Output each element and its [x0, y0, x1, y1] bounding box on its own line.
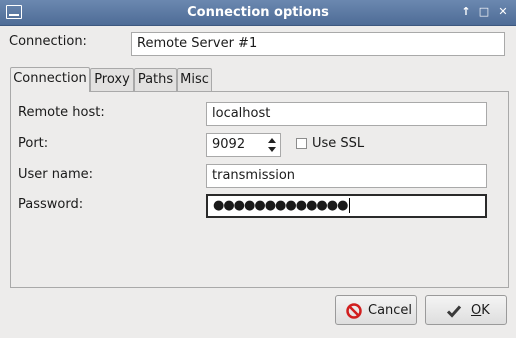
use-ssl-checkbox[interactable] — [296, 138, 307, 149]
ok-button[interactable]: OK — [425, 295, 507, 325]
cancel-button[interactable]: Cancel — [335, 295, 417, 325]
window-title: Connection options — [187, 5, 329, 20]
cancel-icon — [346, 303, 362, 319]
use-ssl-label[interactable]: Use SSL — [312, 136, 364, 151]
port-value: 9092 — [212, 137, 246, 152]
title-bar[interactable]: Connection options ↑ □ ✕ — [0, 0, 516, 26]
spin-up-icon[interactable] — [268, 138, 276, 143]
tab-connection[interactable]: Connection — [10, 67, 90, 92]
port-spinbox[interactable]: 9092 — [206, 133, 281, 157]
text-cursor — [349, 198, 351, 213]
tab-paths[interactable]: Paths — [134, 68, 177, 92]
port-label: Port: — [18, 136, 49, 151]
tab-proxy[interactable]: Proxy — [90, 68, 134, 92]
checkmark-icon — [446, 305, 462, 318]
ok-label: OK — [471, 303, 490, 318]
connection-label: Connection: — [9, 34, 87, 49]
close-button[interactable]: ✕ — [496, 5, 510, 19]
ok-label-rest: K — [481, 303, 490, 318]
spin-down-icon[interactable] — [268, 147, 276, 152]
remote-host-input[interactable]: localhost — [206, 102, 487, 126]
remote-host-label: Remote host: — [18, 105, 105, 120]
connection-name-input[interactable]: Remote Server #1 — [131, 32, 505, 56]
user-name-label: User name: — [18, 167, 94, 182]
password-label: Password: — [18, 197, 84, 212]
keep-above-button[interactable]: ↑ — [459, 5, 473, 19]
tab-misc[interactable]: Misc — [177, 68, 212, 92]
password-input[interactable]: ●●●●●●●●●●●●● — [206, 194, 487, 218]
user-name-input[interactable]: transmission — [206, 164, 487, 188]
password-dots: ●●●●●●●●●●●●● — [213, 198, 348, 213]
ok-mnemonic: O — [471, 303, 482, 318]
maximize-button[interactable]: □ — [477, 5, 491, 19]
cancel-label: Cancel — [368, 303, 413, 318]
